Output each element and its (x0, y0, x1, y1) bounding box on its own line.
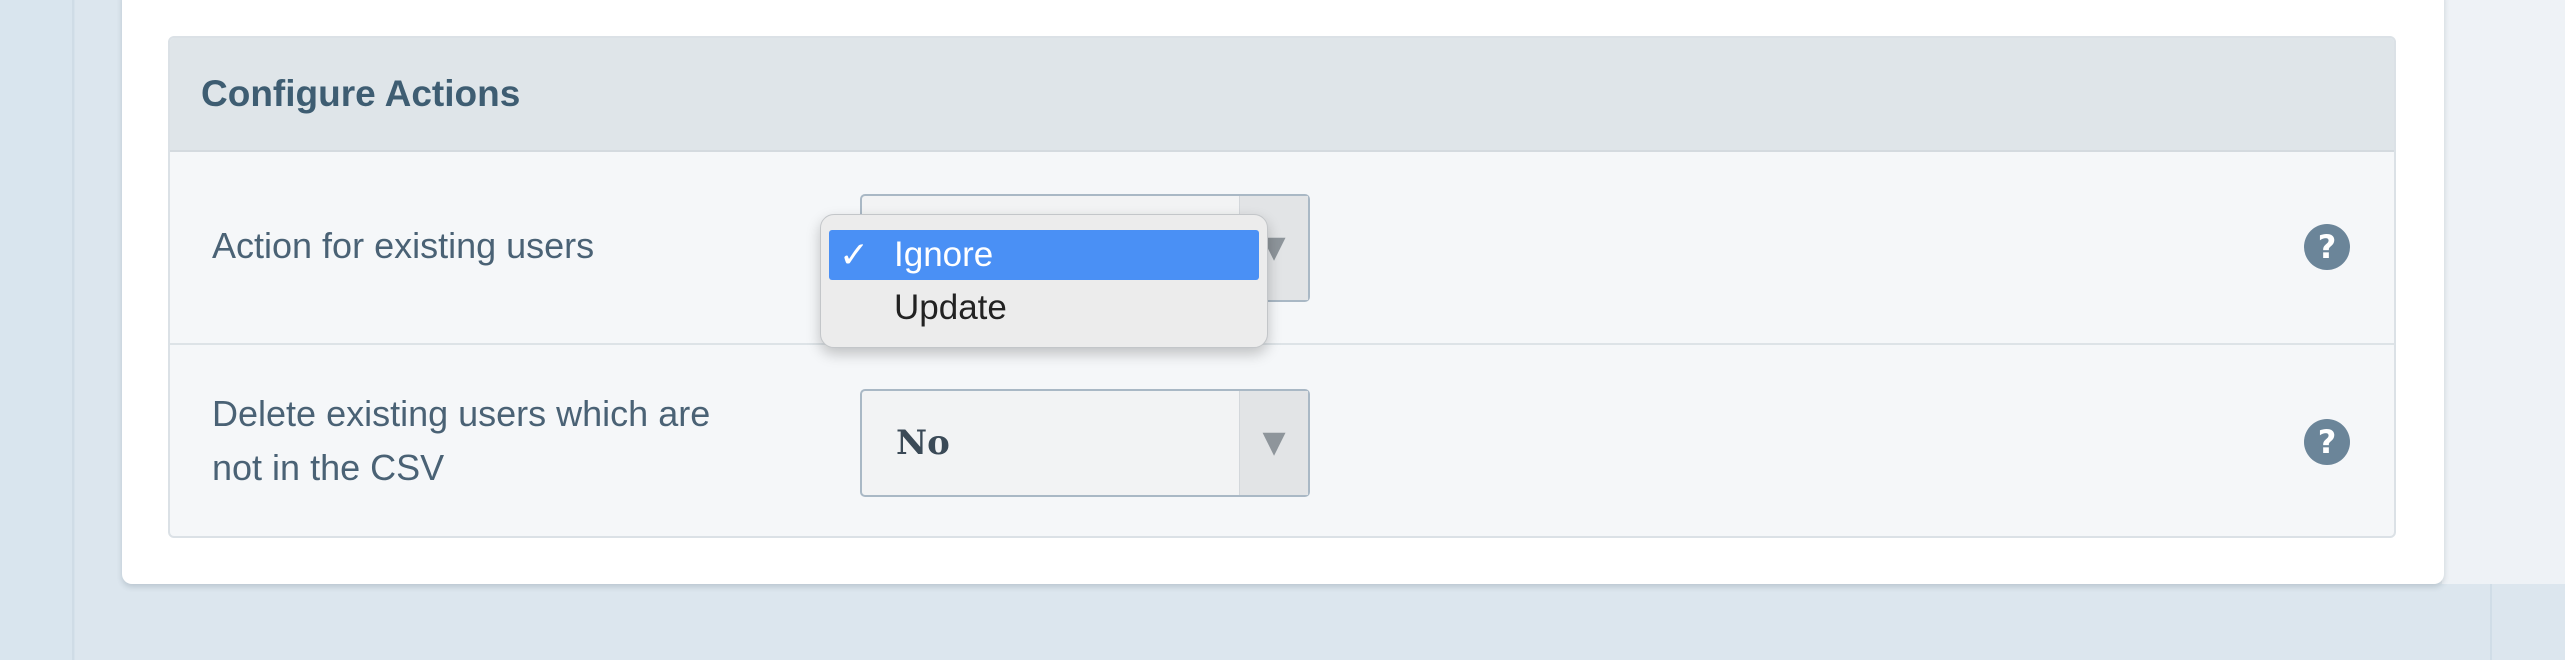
triangle-down-icon: ▼ (1239, 391, 1308, 495)
panel-title: Configure Actions (201, 73, 521, 114)
option-label: Ignore (894, 235, 994, 274)
setting-label: Action for existing users (212, 225, 595, 266)
setting-row-delete-existing-users: Delete existing users which are not in t… (170, 345, 2394, 536)
panel-header: Configure Actions (170, 38, 2394, 152)
checkmark-icon: ✓ (839, 234, 870, 275)
option-label: Update (894, 288, 1007, 327)
delete-existing-users-select[interactable]: No ▼ (860, 389, 1310, 497)
page-left-gutter (0, 0, 75, 660)
setting-row-action-existing-users: Action for existing users Ignore ▼ ? (170, 152, 2394, 345)
question-circle-icon[interactable]: ? (2304, 224, 2350, 270)
dropdown-option-update[interactable]: Update (829, 283, 1259, 333)
select-value: No (896, 423, 950, 463)
question-circle-icon[interactable]: ? (2304, 419, 2350, 465)
setting-label: Delete existing users which are not in t… (212, 393, 711, 488)
right-column-edge (2490, 584, 2492, 660)
action-options-dropdown: ✓ Ignore Update (820, 214, 1268, 348)
configure-actions-panel: Configure Actions Action for existing us… (168, 36, 2396, 538)
dropdown-option-ignore[interactable]: ✓ Ignore (829, 230, 1259, 280)
page-right-column (2440, 0, 2565, 584)
